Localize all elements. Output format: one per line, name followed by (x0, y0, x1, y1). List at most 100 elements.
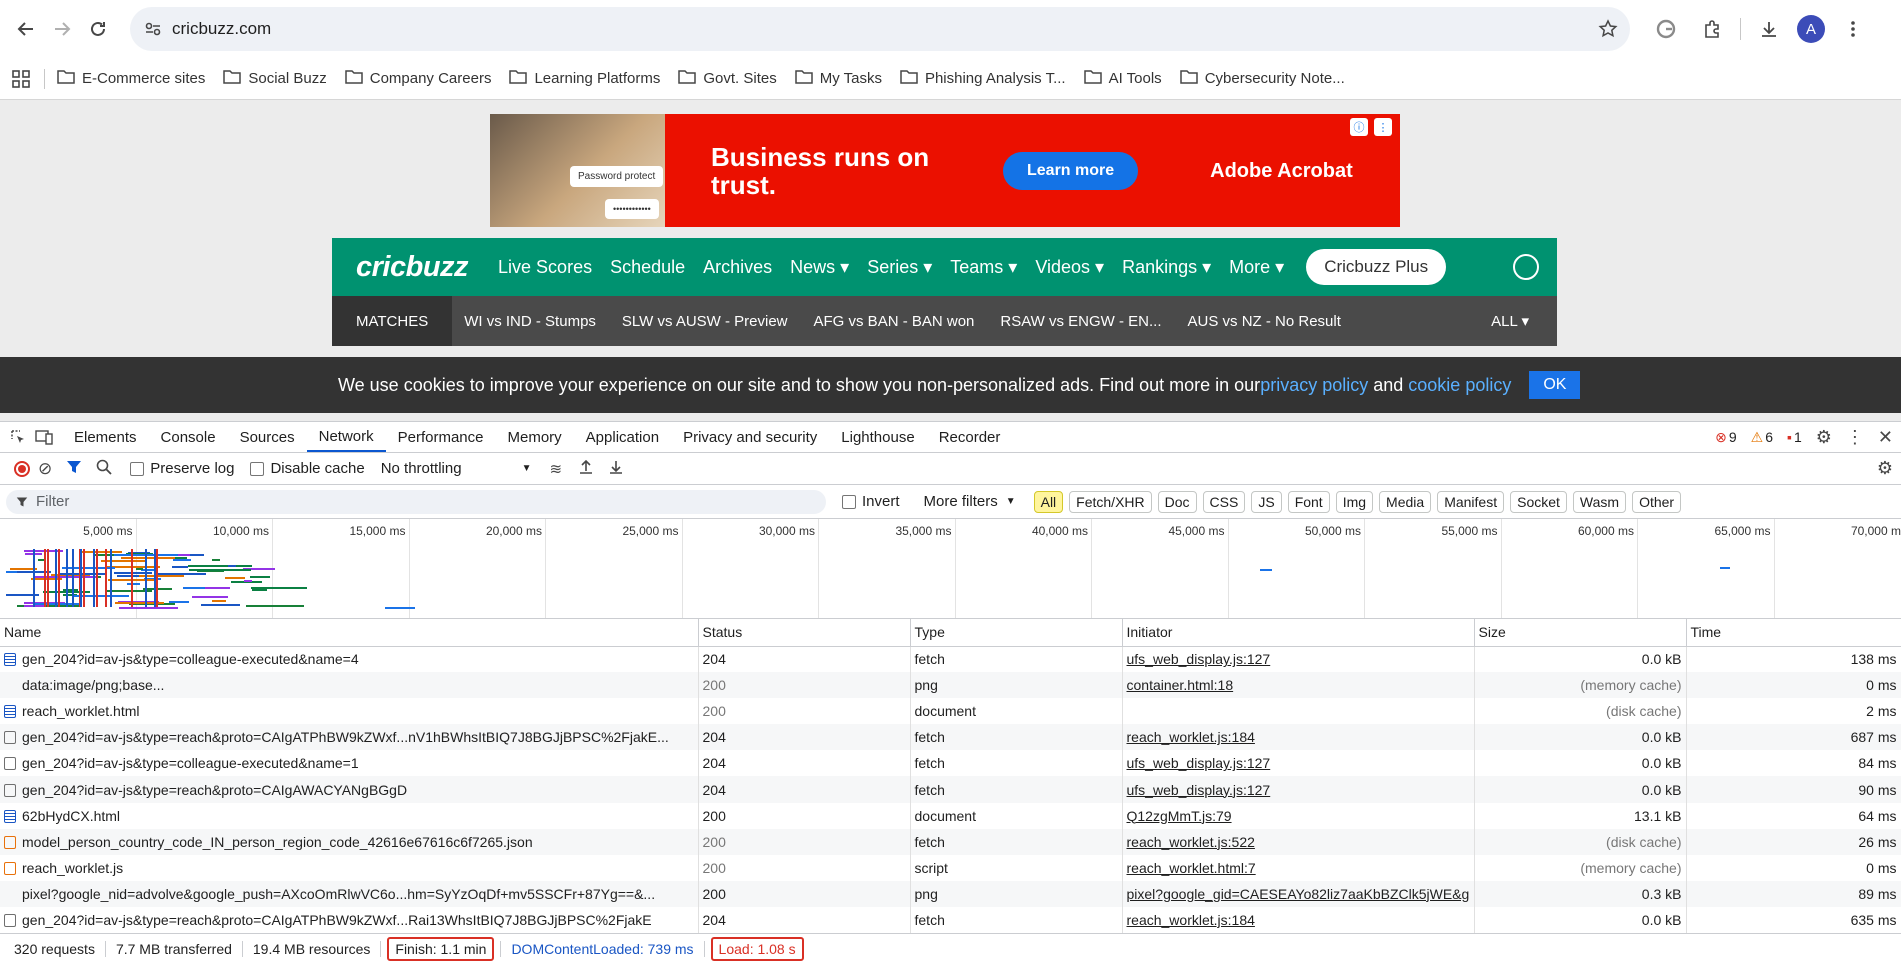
devtools-tab-console[interactable]: Console (149, 422, 228, 452)
bookmark-folder[interactable]: Company Careers (344, 69, 491, 88)
column-header-initiator[interactable]: Initiator (1122, 619, 1475, 647)
privacy-policy-link[interactable]: privacy policy (1260, 375, 1368, 396)
type-filter-other[interactable]: Other (1632, 490, 1682, 513)
devtools-menu-icon[interactable]: ⋮ (1846, 427, 1864, 448)
throttling-select[interactable]: No throttling ▼ (381, 460, 532, 477)
table-row[interactable]: gen_204?id=av-js&type=reach&proto=CAIgAW… (0, 776, 1901, 803)
all-matches-dropdown[interactable]: ALL ▾ (1491, 312, 1529, 330)
table-row[interactable]: reach_worklet.js 200 script reach_worklet.h… (0, 854, 1901, 881)
forward-button[interactable] (44, 11, 80, 47)
column-header-type[interactable]: Type (910, 619, 1123, 647)
cricbuzz-logo[interactable]: cricbuzz (356, 251, 469, 284)
request-name-cell[interactable]: 62bHydCX.html (0, 802, 699, 829)
network-settings-icon[interactable]: ⚙ (1877, 458, 1893, 479)
record-button[interactable] (14, 460, 30, 477)
request-name-cell[interactable]: gen_204?id=av-js&type=colleague-executed… (0, 646, 699, 673)
request-initiator-link[interactable]: ufs_web_display.js:127 (1122, 776, 1475, 803)
devtools-close-icon[interactable]: ✕ (1878, 427, 1893, 448)
request-name-cell[interactable]: reach_worklet.js (0, 854, 699, 881)
bookmark-folder[interactable]: My Tasks (794, 69, 882, 88)
devtools-tab-elements[interactable]: Elements (62, 422, 149, 452)
table-row[interactable]: gen_204?id=av-js&type=reach&proto=CAIgAT… (0, 906, 1901, 934)
devtools-tab-performance[interactable]: Performance (386, 422, 496, 452)
request-initiator-link[interactable]: reach_worklet.js:184 (1122, 906, 1475, 934)
devtools-tab-privacy-and-security[interactable]: Privacy and security (671, 422, 829, 452)
type-filter-css[interactable]: CSS (1202, 490, 1246, 513)
devtools-tab-memory[interactable]: Memory (496, 422, 574, 452)
clear-log-icon[interactable]: ⊘ (38, 459, 52, 479)
bookmark-folder[interactable]: AI Tools (1083, 69, 1162, 88)
table-row[interactable]: reach_worklet.html 200 document (disk cache… (0, 698, 1901, 725)
request-name-cell[interactable]: gen_204?id=av-js&type=reach&proto=CAIgAT… (0, 724, 699, 751)
request-initiator-link[interactable]: container.html:18 (1122, 672, 1475, 699)
request-initiator-link[interactable]: ufs_web_display.js:127 (1122, 750, 1475, 777)
request-name-cell[interactable]: gen_204?id=av-js&type=colleague-executed… (0, 750, 699, 777)
table-row[interactable]: pixel?google_nid=advolve&google_push=AXc… (0, 880, 1901, 907)
devtools-tab-network[interactable]: Network (306, 422, 386, 452)
import-har-icon[interactable] (578, 459, 594, 479)
reload-button[interactable] (80, 11, 116, 47)
site-settings-icon[interactable] (144, 20, 162, 38)
table-row[interactable]: 62bHydCX.html 200 document Q12zgMmT.js:79 13… (0, 802, 1901, 829)
type-filter-fetchxhr[interactable]: Fetch/XHR (1069, 490, 1152, 513)
cricbuzz-plus-button[interactable]: Cricbuzz Plus (1306, 249, 1447, 285)
bookmark-folder[interactable]: Cybersecurity Note... (1179, 69, 1345, 88)
column-header-size[interactable]: Size (1474, 619, 1687, 647)
network-conditions-icon[interactable]: ≋ (549, 460, 562, 478)
bookmark-folder[interactable]: Social Buzz (223, 69, 327, 88)
request-name-cell[interactable]: model_person_country_code_IN_person_regi… (0, 828, 699, 855)
request-initiator-link[interactable]: reach_worklet.js:522 (1122, 828, 1475, 855)
table-row[interactable]: gen_204?id=av-js&type=colleague-executed… (0, 750, 1901, 777)
request-initiator-link[interactable]: reach_worklet.html:7 (1122, 854, 1475, 881)
type-filter-font[interactable]: Font (1287, 490, 1330, 513)
site-nav-item[interactable]: Rankings ▾ (1122, 257, 1211, 278)
devtools-tab-recorder[interactable]: Recorder (927, 422, 1013, 452)
ad-choices[interactable]: ⓘ ⋮ (1350, 118, 1392, 136)
request-initiator-link[interactable] (1122, 698, 1475, 725)
bookmark-folder[interactable]: E-Commerce sites (57, 69, 205, 88)
ad-learn-more-button[interactable]: Learn more (1003, 151, 1139, 190)
request-name-cell[interactable]: gen_204?id=av-js&type=reach&proto=CAIgAT… (0, 906, 699, 934)
match-link[interactable]: AFG vs BAN - BAN won (814, 313, 975, 330)
extensions-icon[interactable] (1694, 11, 1730, 47)
search-icon[interactable] (96, 459, 112, 479)
matches-label[interactable]: MATCHES (332, 296, 453, 346)
inspect-element-icon[interactable] (6, 429, 30, 445)
issue-count-badge[interactable]: ▪ 1 (1787, 429, 1802, 445)
devtools-tab-application[interactable]: Application (574, 422, 671, 452)
profile-avatar[interactable]: A (1797, 15, 1825, 43)
type-filter-wasm[interactable]: Wasm (1572, 490, 1627, 513)
bookmark-folder[interactable]: Govt. Sites (678, 69, 777, 88)
site-nav-item[interactable]: Live Scores (498, 257, 592, 278)
adobe-ad-banner[interactable]: Password protect •••••••••••• Business r… (490, 114, 1400, 227)
table-row[interactable]: gen_204?id=av-js&type=colleague-executed… (0, 646, 1901, 673)
match-link[interactable]: AUS vs NZ - No Result (1188, 313, 1341, 330)
request-name-cell[interactable]: pixel?google_nid=advolve&google_push=AXc… (0, 880, 699, 907)
request-initiator-link[interactable]: ufs_web_display.js:127 (1122, 646, 1475, 673)
column-header-name[interactable]: Name (0, 619, 699, 647)
request-name-cell[interactable]: data:image/png;base... (0, 672, 699, 699)
request-name-cell[interactable]: gen_204?id=av-js&type=reach&proto=CAIgAW… (0, 776, 699, 803)
table-row[interactable]: gen_204?id=av-js&type=reach&proto=CAIgAT… (0, 724, 1901, 751)
ad-info-icon[interactable]: ⓘ (1350, 118, 1368, 136)
type-filter-socket[interactable]: Socket (1510, 490, 1567, 513)
column-header-status[interactable]: Status (698, 619, 911, 647)
match-link[interactable]: WI vs IND - Stumps (464, 313, 596, 330)
table-row[interactable]: data:image/png;base... 200 png container.ht… (0, 672, 1901, 699)
export-har-icon[interactable] (608, 459, 624, 479)
match-link[interactable]: RSAW vs ENGW - EN... (1000, 313, 1161, 330)
type-filter-js[interactable]: JS (1251, 490, 1282, 513)
column-header-time[interactable]: Time (1686, 619, 1901, 647)
preserve-log-checkbox[interactable] (130, 461, 145, 476)
devtools-tab-sources[interactable]: Sources (228, 422, 307, 452)
request-name-cell[interactable]: reach_worklet.html (0, 698, 699, 725)
request-initiator-link[interactable]: pixel?google_gid=CAESEAYo82liz7aaKbBZClk… (1122, 880, 1475, 907)
disable-cache-checkbox[interactable] (250, 461, 265, 476)
browser-menu-icon[interactable] (1835, 11, 1871, 47)
cookie-policy-link[interactable]: cookie policy (1408, 375, 1511, 396)
match-link[interactable]: SLW vs AUSW - Preview (622, 313, 788, 330)
filter-input[interactable]: Filter (6, 489, 826, 514)
bookmark-folder[interactable]: Phishing Analysis T... (900, 69, 1066, 88)
request-initiator-link[interactable]: Q12zgMmT.js:79 (1122, 802, 1475, 829)
apps-grid-icon[interactable] (6, 69, 36, 88)
